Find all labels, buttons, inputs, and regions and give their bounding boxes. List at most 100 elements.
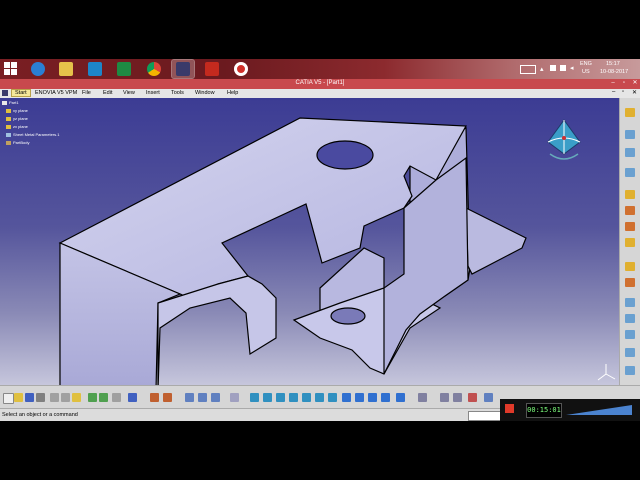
stamp-tool-icon[interactable] (625, 298, 635, 307)
excel-icon[interactable] (113, 60, 135, 78)
zoom-out-icon[interactable] (315, 393, 324, 402)
keyboard-icon[interactable] (520, 65, 536, 74)
menu-edit[interactable]: Edit (103, 90, 112, 96)
catia-icon[interactable] (171, 59, 195, 79)
file-explorer-icon[interactable] (55, 60, 77, 78)
cut-icon[interactable] (50, 393, 59, 402)
letterbox-bottom (0, 421, 640, 480)
chevron-up-icon[interactable]: ▴ (540, 65, 544, 73)
acrobat-icon[interactable] (201, 60, 223, 78)
catia-window: CATIA V5 - [Part1] – ▫ ✕ Start ENOVIA V5… (0, 79, 640, 422)
measure-tool-icon[interactable] (625, 366, 635, 375)
maximize-icon[interactable]: ▫ (619, 79, 629, 88)
mirror-tool-icon[interactable] (625, 330, 635, 339)
zoom-in-icon[interactable] (302, 393, 311, 402)
save-icon[interactable] (25, 393, 34, 402)
tray-lang[interactable]: ENG (580, 61, 592, 67)
menu-insert[interactable]: Insert (146, 90, 160, 96)
fold-tool-icon[interactable] (625, 206, 635, 215)
render-icon[interactable] (396, 393, 405, 402)
measure-inertia-icon[interactable] (453, 393, 462, 402)
transform-tool-icon[interactable] (625, 348, 635, 357)
tray-time[interactable]: 15:17 (606, 61, 620, 67)
rotate-icon[interactable] (289, 393, 298, 402)
measure-item-icon[interactable] (440, 393, 449, 402)
menu-help[interactable]: Help (227, 90, 238, 96)
whats-this-icon[interactable] (128, 393, 137, 402)
recording-time: 00:15:01 (526, 403, 562, 418)
hide-show-icon[interactable] (368, 393, 377, 402)
fly-mode-icon[interactable] (250, 393, 259, 402)
copy-icon[interactable] (61, 393, 70, 402)
chrome-icon[interactable] (143, 60, 165, 78)
3d-viewport[interactable]: Part1 xy plane yz plane zx plane Sheet M… (0, 98, 619, 385)
screen: ▴ ◂ ENG US 15:17 10-08-2017 CATIA V5 - [… (0, 0, 640, 480)
stop-record-button[interactable] (505, 404, 514, 413)
right-toolbar (619, 98, 640, 385)
doc-restore-icon[interactable]: ▫ (622, 89, 624, 95)
shading-icon[interactable] (355, 393, 364, 402)
windows-start-icon[interactable] (4, 62, 18, 76)
redo-list-icon[interactable] (112, 393, 121, 402)
measure-between-icon[interactable] (418, 393, 427, 402)
knowledge-icon[interactable] (163, 393, 172, 402)
menu-window[interactable]: Window (195, 90, 215, 96)
windows-taskbar: ▴ ◂ ENG US 15:17 10-08-2017 (0, 59, 640, 79)
menu-view[interactable]: View (123, 90, 135, 96)
menu-file[interactable]: File (82, 90, 91, 96)
iso-view-icon[interactable] (342, 393, 351, 402)
redo-icon[interactable] (99, 393, 108, 402)
unfold-tool-icon[interactable] (625, 190, 635, 199)
battery-icon[interactable] (550, 65, 556, 71)
sheet-param-icon[interactable] (185, 393, 194, 402)
print-icon[interactable] (36, 393, 45, 402)
apply-material-icon[interactable] (468, 393, 477, 402)
menu-bar: Start ENOVIA V5 VPM File Edit View Inser… (0, 89, 640, 98)
doc-minimize-icon[interactable]: – (612, 89, 615, 95)
view-tool-icon[interactable] (198, 393, 207, 402)
volume-level-icon (566, 405, 632, 415)
hole-tool-icon[interactable] (625, 238, 635, 247)
pattern-tool-icon[interactable] (625, 314, 635, 323)
recorder-icon[interactable] (230, 60, 252, 78)
menu-enovia[interactable]: ENOVIA V5 VPM (35, 90, 77, 96)
command-input[interactable] (468, 411, 502, 421)
paste-icon[interactable] (72, 393, 81, 402)
volume-icon[interactable]: ◂ (570, 64, 574, 72)
pan-icon[interactable] (276, 393, 285, 402)
axis-triad-icon (597, 364, 616, 381)
status-message: Select an object or a command (2, 412, 78, 418)
fit-all-icon[interactable] (263, 393, 272, 402)
tray-date: 10-08-2017 (600, 69, 629, 75)
bend-tool-icon[interactable] (625, 168, 635, 177)
doc-close-icon[interactable]: ✕ (632, 89, 637, 96)
chamfer-tool-icon[interactable] (625, 278, 635, 287)
normal-view-icon[interactable] (328, 393, 337, 402)
app-blue-icon[interactable] (84, 60, 106, 78)
tray-region: US (582, 69, 590, 75)
network-icon[interactable] (560, 65, 566, 71)
close-icon[interactable]: ✕ (630, 79, 640, 88)
internet-explorer-icon[interactable] (27, 60, 49, 78)
system-tray: ▴ ◂ ENG US 15:17 10-08-2017 (510, 59, 640, 79)
swap-space-icon[interactable] (381, 393, 390, 402)
menu-start[interactable]: Start (11, 89, 31, 97)
new-icon[interactable] (3, 393, 14, 404)
minimize-icon[interactable]: – (608, 79, 618, 88)
sheet-metal-part[interactable] (0, 98, 619, 385)
menu-tools[interactable]: Tools (171, 90, 184, 96)
cutout-tool-icon[interactable] (625, 222, 635, 231)
corner-tool-icon[interactable] (625, 262, 635, 271)
formula-icon[interactable] (150, 393, 159, 402)
window-titlebar: CATIA V5 - [Part1] – ▫ ✕ (0, 79, 640, 89)
flange-tool-icon[interactable] (625, 148, 635, 157)
snap-icon[interactable] (230, 393, 239, 402)
sketch-tool-icon[interactable] (625, 108, 635, 117)
catia-app-icon[interactable] (2, 90, 8, 96)
compass-icon[interactable] (544, 118, 584, 166)
open-icon[interactable] (14, 393, 23, 402)
grid-icon[interactable] (211, 393, 220, 402)
wall-tool-icon[interactable] (625, 130, 635, 139)
analysis-icon[interactable] (484, 393, 493, 402)
undo-icon[interactable] (88, 393, 97, 402)
